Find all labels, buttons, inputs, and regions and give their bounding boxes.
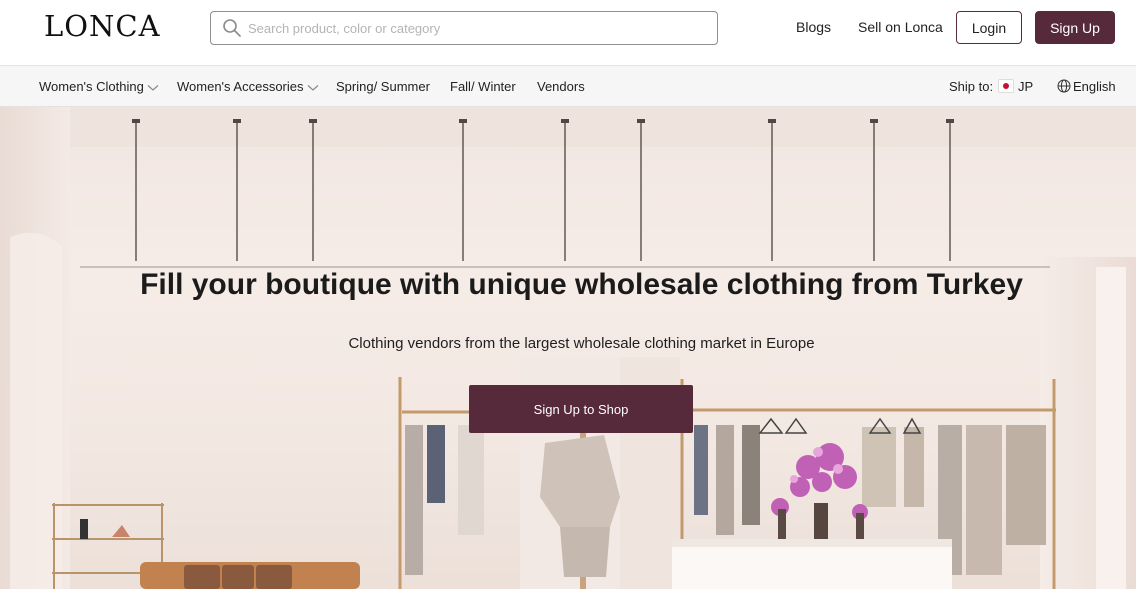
login-button[interactable]: Login xyxy=(956,11,1022,44)
hero-banner: Fill your boutique with unique wholesale… xyxy=(0,107,1136,589)
chevron-down-icon xyxy=(147,84,159,91)
ship-to-country[interactable]: JP xyxy=(1018,79,1033,94)
nav-item-womens-accessories[interactable]: Women's Accessories xyxy=(177,79,319,94)
sign-up-to-shop-button[interactable]: Sign Up to Shop xyxy=(469,385,693,433)
japan-flag-icon[interactable] xyxy=(998,79,1014,93)
nav-item-womens-clothing[interactable]: Women's Clothing xyxy=(39,79,159,94)
search-icon[interactable] xyxy=(222,18,242,38)
lonca-logo[interactable]: LONCA xyxy=(44,8,161,44)
globe-icon[interactable] xyxy=(1057,79,1071,93)
nav-item-label: Women's Accessories xyxy=(177,79,304,94)
signup-button[interactable]: Sign Up xyxy=(1035,11,1115,44)
nav-item-fall-winter[interactable]: Fall/ Winter xyxy=(450,79,516,94)
hero-subtitle: Clothing vendors from the largest wholes… xyxy=(348,335,815,352)
language-selector[interactable]: English xyxy=(1073,79,1116,94)
nav-item-spring-summer[interactable]: Spring/ Summer xyxy=(336,79,430,94)
category-nav: Women's Clothing Women's Accessories Spr… xyxy=(0,66,1136,107)
site-header: LONCA Blogs Sell on Lonca Login Sign Up xyxy=(0,0,1136,66)
search-input[interactable] xyxy=(248,12,708,44)
ship-to-label: Ship to: xyxy=(949,79,994,94)
sell-on-lonca-link[interactable]: Sell on Lonca xyxy=(858,19,943,35)
nav-item-vendors[interactable]: Vendors xyxy=(537,79,585,94)
nav-item-label: Women's Clothing xyxy=(39,79,144,94)
blogs-link[interactable]: Blogs xyxy=(796,19,831,35)
search-bar[interactable] xyxy=(210,11,718,45)
hero-title: Fill your boutique with unique wholesale… xyxy=(140,268,1023,301)
chevron-down-icon xyxy=(307,84,318,91)
